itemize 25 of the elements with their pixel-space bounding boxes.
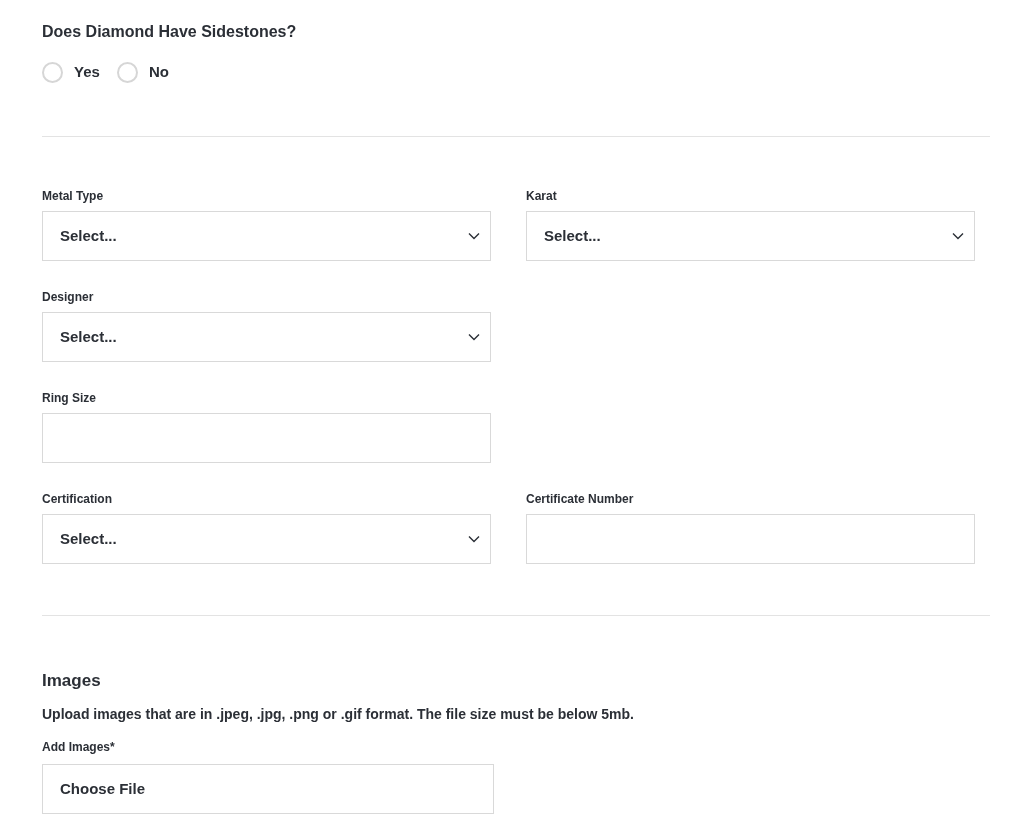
chevron-down-icon [468, 232, 480, 240]
radio-option[interactable]: Yes [42, 61, 100, 84]
radio-button[interactable] [42, 61, 63, 83]
chevron-down-icon [952, 232, 964, 240]
field-label: Designer [42, 289, 95, 306]
select-dropdown[interactable]: Select... [42, 514, 491, 564]
input-field[interactable] [526, 514, 975, 564]
field-label: Ring Size [42, 390, 97, 407]
select-dropdown[interactable]: Select... [526, 211, 975, 261]
field-label: Certificate Number [526, 491, 635, 508]
radio-option[interactable]: No [116, 61, 169, 84]
select-dropdown[interactable]: Select... [42, 312, 491, 362]
radio-button[interactable] [116, 61, 138, 83]
chevron-down-icon [468, 333, 480, 341]
field-label: Add Images* [42, 739, 116, 756]
choose-file-button[interactable]: Choose File [42, 764, 494, 814]
section-heading: Images [42, 670, 102, 692]
chevron-down-icon [468, 535, 480, 543]
select-dropdown[interactable]: Select... [42, 211, 491, 261]
input-field[interactable] [42, 413, 491, 463]
field-label: Karat [526, 188, 558, 205]
field-label: Certification [42, 491, 113, 508]
question-heading: Does Diamond Have Sidestones? [42, 22, 298, 42]
help-text: Upload images that are in .jpeg, .jpg, .png or .gif format. The file size must be below 5mb. [42, 705, 635, 723]
field-label: Metal Type [42, 188, 105, 205]
